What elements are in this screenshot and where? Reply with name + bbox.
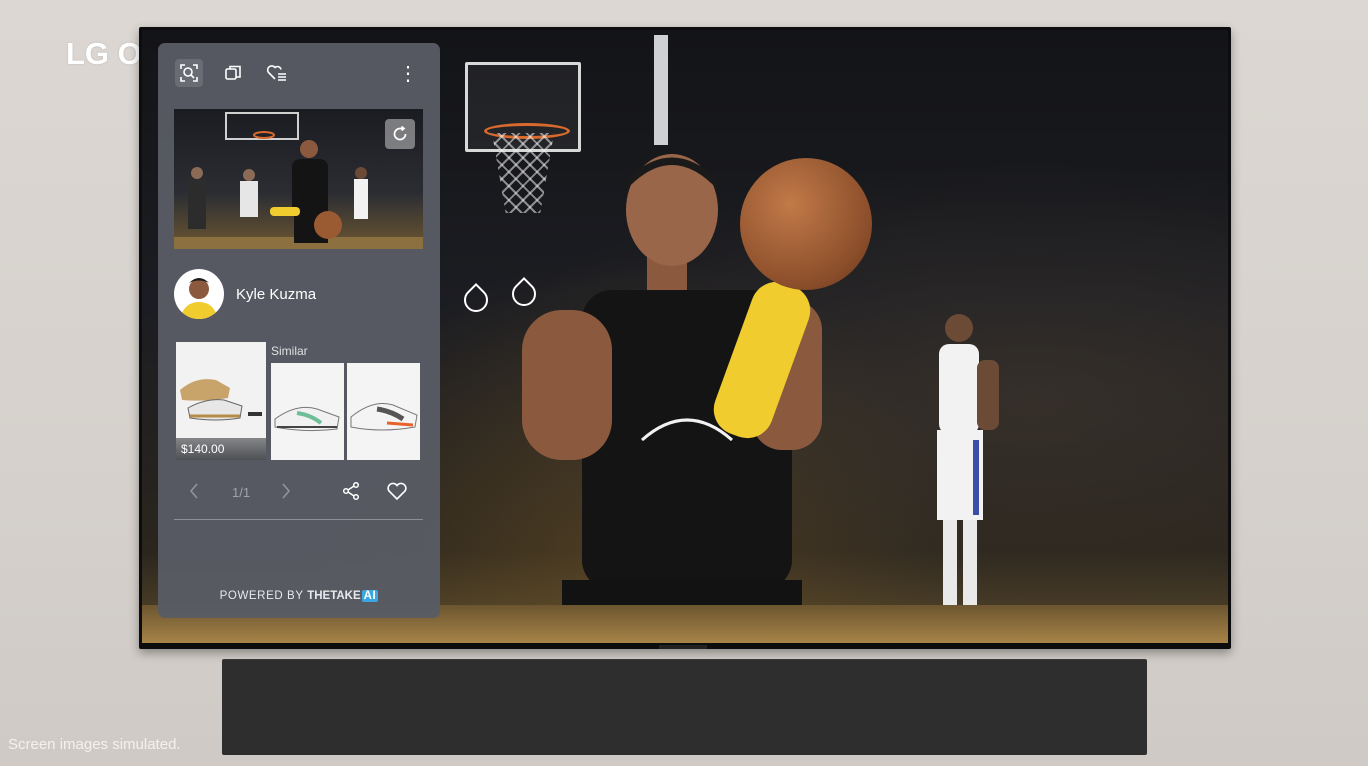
- chevron-right-icon[interactable]: [280, 481, 292, 506]
- heart-icon[interactable]: [386, 481, 408, 506]
- product-list: $140.00 Similar: [176, 339, 426, 461]
- shoe-image: [350, 403, 418, 431]
- favorites-list-icon[interactable]: [263, 59, 291, 87]
- person-name: Kyle Kuzma: [236, 286, 317, 303]
- product-price: $140.00: [176, 438, 266, 460]
- item-tag-icon[interactable]: [459, 283, 493, 317]
- page-indicator: 1/1: [232, 485, 251, 500]
- refresh-icon[interactable]: [385, 119, 415, 149]
- pager: 1/1: [176, 481, 426, 505]
- similar-product-card[interactable]: [347, 363, 420, 460]
- similar-product-card[interactable]: [271, 363, 344, 460]
- powered-by-footer: POWERED BY THETAKE AI: [158, 590, 440, 602]
- basketball: [740, 158, 872, 290]
- chevron-left-icon[interactable]: [188, 481, 200, 506]
- hoop-support: [654, 35, 668, 145]
- product-card-main[interactable]: $140.00: [176, 342, 266, 460]
- similar-label: Similar: [271, 344, 308, 358]
- share-icon[interactable]: [341, 481, 361, 506]
- background-player: [937, 314, 999, 630]
- scene-thumbnail[interactable]: [174, 109, 423, 249]
- powered-by-label: POWERED BY: [219, 590, 304, 602]
- more-vertical-icon[interactable]: ⋮: [394, 59, 422, 87]
- search-scene-icon[interactable]: [175, 59, 203, 87]
- disclaimer-text: Screen images simulated.: [8, 736, 181, 753]
- divider: [174, 519, 423, 520]
- thetake-logo: THETAKE: [307, 590, 361, 602]
- soundbar: [222, 659, 1147, 755]
- panel-toolbar: ⋮: [158, 43, 440, 103]
- ai-badge: AI: [361, 590, 379, 602]
- shoe-image: [180, 379, 262, 421]
- shopping-panel: ⋮ Kyle Kuzma $140.00 Similar 1/1 POWERED…: [158, 43, 440, 618]
- shoe-image: [274, 406, 340, 432]
- avatar: [174, 269, 224, 319]
- person-row[interactable]: Kyle Kuzma: [174, 269, 424, 321]
- copy-icon[interactable]: [219, 59, 247, 87]
- tv-bottom-sensor: [659, 645, 707, 649]
